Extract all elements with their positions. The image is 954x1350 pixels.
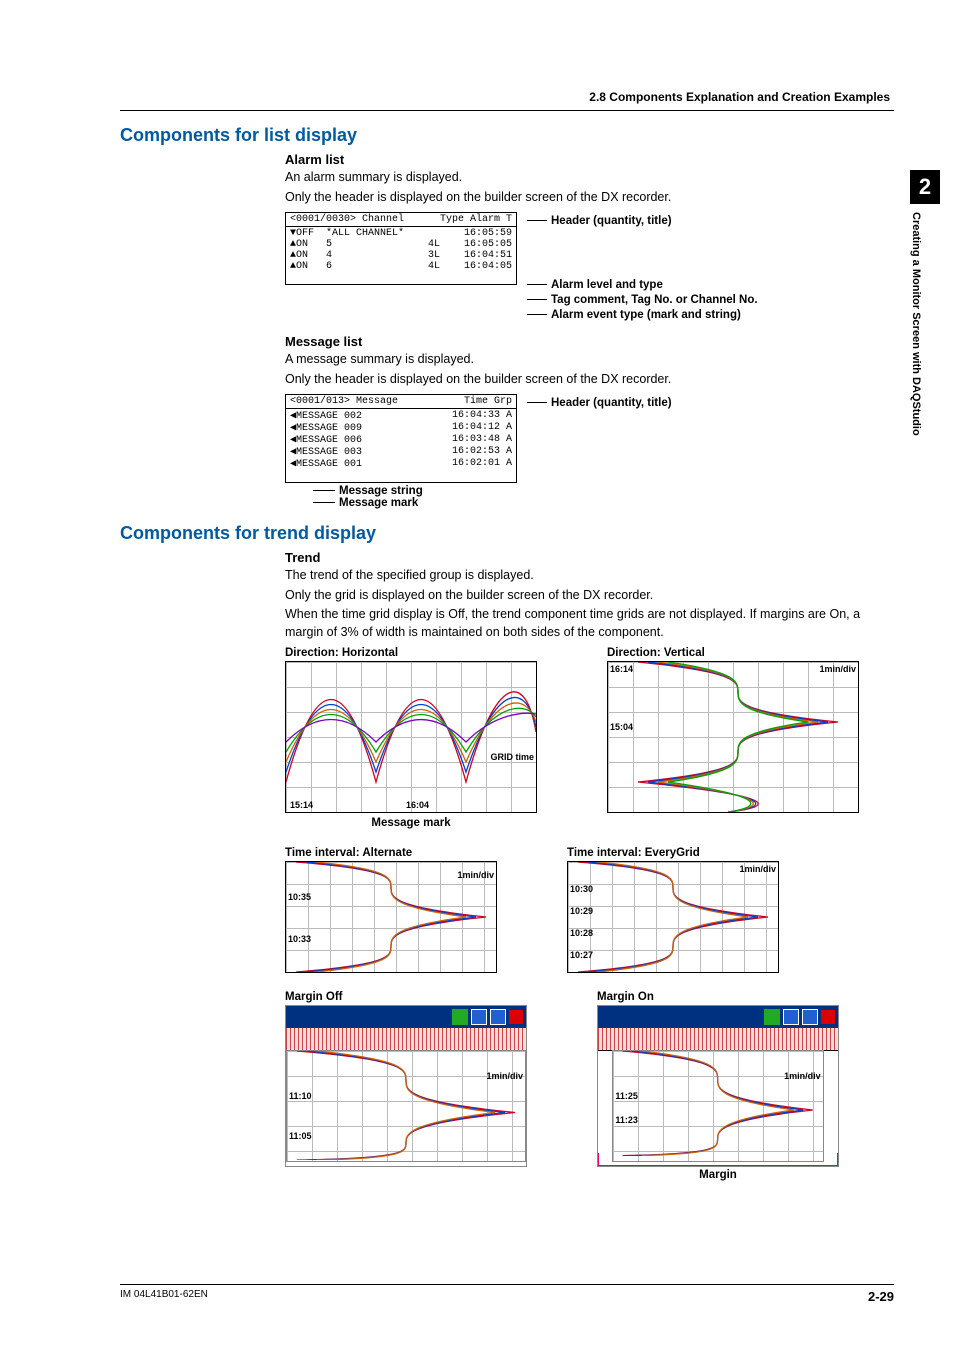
alarm-desc-1: An alarm summary is displayed. bbox=[285, 169, 894, 187]
tool-icon bbox=[509, 1010, 523, 1024]
footer-pagenum: 2-29 bbox=[868, 1289, 894, 1304]
v-tick-top: 16:14 bbox=[610, 664, 633, 674]
tool-icon bbox=[783, 1009, 799, 1025]
trend-desc-3: When the time grid display is Off, the t… bbox=[285, 606, 894, 641]
alarm-hdr-left: <0001/0030> Channel bbox=[290, 214, 404, 225]
tool-icon bbox=[471, 1009, 487, 1025]
message-row: ◀MESSAGE 00316:02:53 A bbox=[290, 446, 512, 458]
rate-label-v: 1min/div bbox=[819, 664, 856, 674]
footer-docid: IM 04L41B01-62EN bbox=[120, 1289, 208, 1304]
eg-tick2: 10:28 bbox=[570, 928, 593, 938]
label-ti-every: Time interval: EveryGrid bbox=[567, 847, 779, 859]
message-desc-1: A message summary is displayed. bbox=[285, 351, 894, 369]
label-margin-on: Margin On bbox=[597, 991, 839, 1003]
tool-icon bbox=[452, 1009, 468, 1025]
moff-t1: 11:05 bbox=[289, 1131, 312, 1141]
message-row: ◀MESSAGE 00116:02:01 A bbox=[290, 458, 512, 470]
scale-ruler bbox=[286, 1028, 526, 1051]
label-ti-alt: Time interval: Alternate bbox=[285, 847, 497, 859]
alarm-row: ▲ON 64L 16:04:05 bbox=[290, 261, 512, 272]
moff-curves bbox=[287, 1051, 525, 1160]
message-row: ◀MESSAGE 00616:03:48 A bbox=[290, 434, 512, 446]
alarm-row: ▲ON 54L 16:05:05 bbox=[290, 239, 512, 250]
trend-margin-off: Margin Off 1 bbox=[285, 991, 527, 1181]
v-tick-mid: 15:04 bbox=[610, 722, 633, 732]
tool-icon bbox=[802, 1009, 818, 1025]
alarm-callout-event: Alarm event type (mark and string) bbox=[527, 309, 758, 321]
alarm-row: ▲ON 43L 16:04:51 bbox=[290, 250, 512, 261]
message-callout-mark: Message mark bbox=[313, 497, 894, 509]
mon-curves bbox=[613, 1051, 822, 1156]
trend-everygrid: Time interval: EveryGrid 10:30 10:29 10:… bbox=[567, 847, 779, 973]
dx-toolbar bbox=[598, 1006, 838, 1028]
alarm-heading: Alarm list bbox=[285, 152, 894, 167]
chapter-tab: 2 Creating a Monitor Screen with DAQStud… bbox=[910, 170, 940, 512]
message-row: ◀MESSAGE 00916:04:12 A bbox=[290, 422, 512, 434]
alarm-row: ▼OFF *ALL CHANNEL* 16:05:59 bbox=[290, 228, 512, 239]
label-margin-off: Margin Off bbox=[285, 991, 527, 1003]
alarm-callout-header: Header (quantity, title) bbox=[527, 215, 758, 227]
scale-ruler bbox=[598, 1028, 838, 1051]
eg-rate: 1min/div bbox=[739, 864, 776, 874]
dx-toolbar bbox=[286, 1006, 526, 1028]
tool-icon bbox=[821, 1010, 835, 1024]
page-footer: IM 04L41B01-62EN 2-29 bbox=[120, 1284, 894, 1304]
margin-bottom-label: Margin bbox=[597, 1169, 839, 1181]
mon-t0: 11:25 bbox=[615, 1091, 638, 1101]
label-dir-v: Direction: Vertical bbox=[607, 647, 859, 659]
alt-rate: 1min/div bbox=[457, 870, 494, 880]
eg-tick1: 10:29 bbox=[570, 906, 593, 916]
chapter-number: 2 bbox=[910, 170, 940, 204]
trend-vertical: Direction: Vertical 16:14 15:04 1min/div bbox=[607, 647, 859, 829]
running-header: 2.8 Components Explanation and Creation … bbox=[120, 90, 894, 108]
section-title-list: Components for list display bbox=[120, 125, 894, 146]
message-callout-header: Header (quantity, title) bbox=[527, 397, 672, 409]
eg-tick3: 10:27 bbox=[570, 950, 593, 960]
trend-desc-2: Only the grid is displayed on the builde… bbox=[285, 587, 894, 605]
eg-tick0: 10:30 bbox=[570, 884, 593, 894]
trend-heading: Trend bbox=[285, 550, 894, 565]
alarm-figure: <0001/0030> Channel Type Alarm T ▼OFF *A… bbox=[285, 212, 894, 324]
message-callout-string: Message string bbox=[313, 485, 894, 497]
chapter-title: Creating a Monitor Screen with DAQStudio bbox=[910, 212, 922, 512]
mon-rate: 1min/div bbox=[784, 1071, 821, 1081]
moff-rate: 1min/div bbox=[486, 1071, 523, 1081]
alarm-callout-tag: Tag comment, Tag No. or Channel No. bbox=[527, 294, 758, 306]
message-mark-label: Message mark bbox=[285, 817, 537, 829]
alarm-listbox: <0001/0030> Channel Type Alarm T ▼OFF *A… bbox=[285, 212, 517, 285]
mon-t1: 11:23 bbox=[615, 1115, 638, 1125]
header-rule bbox=[120, 110, 894, 111]
every-curves bbox=[568, 862, 778, 972]
message-heading: Message list bbox=[285, 334, 894, 349]
h-tick-right: 16:04 bbox=[406, 800, 429, 810]
alt-tick0: 10:35 bbox=[288, 892, 311, 902]
grid-time-label: GRID time bbox=[490, 752, 534, 762]
message-desc-2: Only the header is displayed on the buil… bbox=[285, 371, 894, 389]
moff-t0: 11:10 bbox=[289, 1091, 312, 1101]
trend-margin-on: Margin On 11 bbox=[597, 991, 839, 1181]
message-row: ◀MESSAGE 00216:04:33 A bbox=[290, 410, 512, 422]
message-listbox: <0001/013> Message Time Grp ◀MESSAGE 002… bbox=[285, 394, 517, 483]
alarm-hdr-right: Type Alarm T bbox=[440, 214, 512, 225]
tool-icon bbox=[490, 1009, 506, 1025]
h-tick-left: 15:14 bbox=[290, 800, 313, 810]
trend-v-curves bbox=[608, 662, 858, 812]
trend-alternate: Time interval: Alternate 10:35 10:33 1mi… bbox=[285, 847, 497, 973]
message-hdr-right: Time Grp bbox=[464, 396, 512, 407]
alt-tick1: 10:33 bbox=[288, 934, 311, 944]
message-hdr-left: <0001/013> Message bbox=[290, 396, 398, 407]
label-dir-h: Direction: Horizontal bbox=[285, 647, 537, 659]
trend-h-curves bbox=[286, 662, 536, 812]
trend-desc-1: The trend of the specified group is disp… bbox=[285, 567, 894, 585]
message-figure: <0001/013> Message Time Grp ◀MESSAGE 002… bbox=[285, 394, 894, 509]
alarm-desc-2: Only the header is displayed on the buil… bbox=[285, 189, 894, 207]
alarm-callout-level: Alarm level and type bbox=[527, 279, 758, 291]
section-title-trend: Components for trend display bbox=[120, 523, 894, 544]
tool-icon bbox=[764, 1009, 780, 1025]
trend-horizontal: Direction: Horizontal 15:14 16:04 GRID t… bbox=[285, 647, 537, 829]
